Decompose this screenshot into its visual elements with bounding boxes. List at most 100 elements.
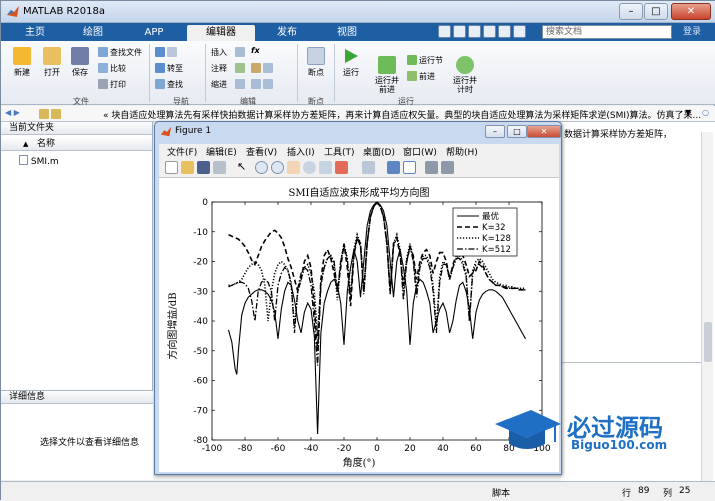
tab-editor[interactable]: 编辑器 [187, 25, 255, 41]
new-button[interactable]: 新建 [9, 47, 35, 78]
figure-maximize-button[interactable]: □ [507, 125, 527, 138]
tab-publish[interactable]: 发布 [259, 25, 315, 41]
minimize-button[interactable]: – [619, 3, 643, 20]
menu-window[interactable]: 窗口(W) [403, 145, 437, 158]
figure-title: Figure 1 [175, 126, 212, 136]
address-text[interactable]: « 块自适应处理算法先有采样快拍数据计算采样协方差矩阵，再来计算自适应权矢量。典… [103, 108, 701, 121]
new-figure-icon[interactable] [165, 161, 178, 174]
zoom-out-icon[interactable] [271, 161, 284, 174]
tab-plots[interactable]: 绘图 [65, 25, 121, 41]
save-label: 保存 [72, 68, 88, 77]
address-up-icon[interactable] [39, 109, 63, 119]
colorbar-icon[interactable] [387, 161, 400, 174]
tab-apps[interactable]: APP [125, 25, 183, 41]
rotate-3d-icon[interactable] [303, 161, 316, 174]
status-line-value: 89 [638, 486, 650, 496]
tab-view[interactable]: 视图 [319, 25, 375, 41]
smart-indent-icon[interactable] [251, 79, 275, 89]
status-col-label: 列 [663, 489, 673, 499]
name-column-header[interactable]: ▲ 名称 [1, 138, 152, 151]
run-time-button[interactable]: 运行并 计时 [451, 47, 479, 103]
pan-hand-icon[interactable] [287, 161, 300, 174]
insert-button[interactable]: 插入 [211, 47, 227, 58]
indent-button[interactable]: 缩进 [211, 79, 227, 90]
run-time-label: 运行并 计时 [453, 76, 477, 94]
current-folder-panel: 当前文件夹 ▲ 名称 SMI.m [1, 122, 153, 392]
quick-save-icon[interactable] [438, 25, 451, 38]
menu-tools[interactable]: 工具(T) [324, 145, 355, 158]
compare-button[interactable]: 比较 [98, 63, 126, 74]
y-tick-label: -30 [193, 287, 208, 297]
address-back-icon[interactable]: ◀ ▶ [5, 108, 20, 117]
zoom-in-icon[interactable] [255, 161, 268, 174]
maximize-button[interactable]: □ [644, 3, 668, 20]
breakpoints-button[interactable]: 断点 [303, 47, 329, 78]
back-button[interactable] [155, 47, 179, 57]
goto-button[interactable]: 转至 [155, 63, 183, 74]
pointer-icon[interactable]: ↖ [237, 161, 250, 174]
quick-redo-icon[interactable] [498, 25, 511, 38]
x-axis-label: 角度(°) [343, 456, 376, 469]
run-section-button[interactable]: 运行节 [407, 55, 443, 66]
menu-edit[interactable]: 编辑(E) [206, 145, 237, 158]
m-file-icon [19, 155, 28, 165]
comment-percent-icon[interactable] [235, 63, 247, 73]
y-tick-label: 0 [202, 198, 208, 208]
hide-tools-icon[interactable] [425, 161, 438, 174]
link-plot-icon[interactable] [362, 161, 375, 174]
graduation-cap-icon [495, 410, 561, 449]
quick-copy-icon[interactable] [468, 25, 481, 38]
brush-icon[interactable] [335, 161, 348, 174]
print-figure-icon[interactable] [213, 161, 226, 174]
x-tick-label: 40 [437, 444, 449, 454]
find-file-button[interactable]: 查找文件 [98, 47, 142, 58]
run-advance-button[interactable]: 运行并 前进 [373, 47, 401, 103]
menu-insert[interactable]: 插入(I) [287, 145, 315, 158]
figure-toolbar: ↖ [159, 158, 559, 178]
open-button[interactable]: 打开 [39, 47, 65, 78]
figure-minimize-button[interactable]: – [485, 125, 505, 138]
menu-help[interactable]: 帮助(H) [446, 145, 478, 158]
details-header: 详细信息 [1, 391, 153, 404]
divider [561, 362, 701, 363]
legend-icon[interactable] [403, 161, 416, 174]
open-file-icon[interactable] [181, 161, 194, 174]
comment-button[interactable]: 注释 [211, 63, 227, 74]
menu-view[interactable]: 查看(V) [246, 145, 277, 158]
fx-button[interactable]: fx [251, 46, 260, 55]
menu-desktop[interactable]: 桌面(D) [363, 145, 395, 158]
wrap-icon[interactable] [251, 63, 275, 73]
y-tick-label: -10 [193, 228, 208, 238]
data-cursor-icon[interactable] [319, 161, 332, 174]
close-button[interactable]: ✕ [671, 3, 711, 20]
legend-label: K=32 [482, 223, 506, 233]
find-button[interactable]: 查找 [155, 79, 183, 90]
quick-cut-icon[interactable] [453, 25, 466, 38]
x-tick-label: -40 [304, 444, 319, 454]
save-button[interactable]: 保存 [67, 47, 93, 78]
quick-undo-icon[interactable] [483, 25, 496, 38]
editor-ribbon: 新建 打开 保存 查找文件 比较 打印 文件 转至 查找 导航 插入 注释 缩进… [1, 41, 715, 106]
separator [205, 44, 206, 102]
figure-close-button[interactable]: ✕ [527, 125, 561, 138]
file-row[interactable]: SMI.m [19, 155, 59, 167]
login-link[interactable]: 登录 [683, 25, 701, 39]
print-button[interactable]: 打印 [98, 79, 126, 90]
find-file-icon [98, 47, 108, 57]
address-dropdown-icon[interactable]: ▼ [685, 108, 691, 117]
scrollbar-thumb[interactable] [704, 322, 712, 362]
tab-home[interactable]: 主页 [9, 25, 61, 41]
run-button[interactable]: 运行 [339, 47, 363, 78]
search-input[interactable]: 搜索文档 [542, 25, 672, 39]
status-bar: 脚本 行 89 列 25 [1, 481, 715, 501]
y-tick-label: -80 [193, 436, 208, 446]
menu-file[interactable]: 文件(F) [167, 145, 197, 158]
address-search-icon[interactable]: ○ [702, 108, 709, 117]
insert-section-icon[interactable] [235, 47, 247, 57]
advance-button[interactable]: 前进 [407, 71, 435, 82]
show-tools-icon[interactable] [441, 161, 454, 174]
indent-icon[interactable] [235, 79, 247, 89]
help-icon[interactable] [513, 25, 526, 38]
back-arrow-icon [155, 47, 165, 57]
save-figure-icon[interactable] [197, 161, 210, 174]
